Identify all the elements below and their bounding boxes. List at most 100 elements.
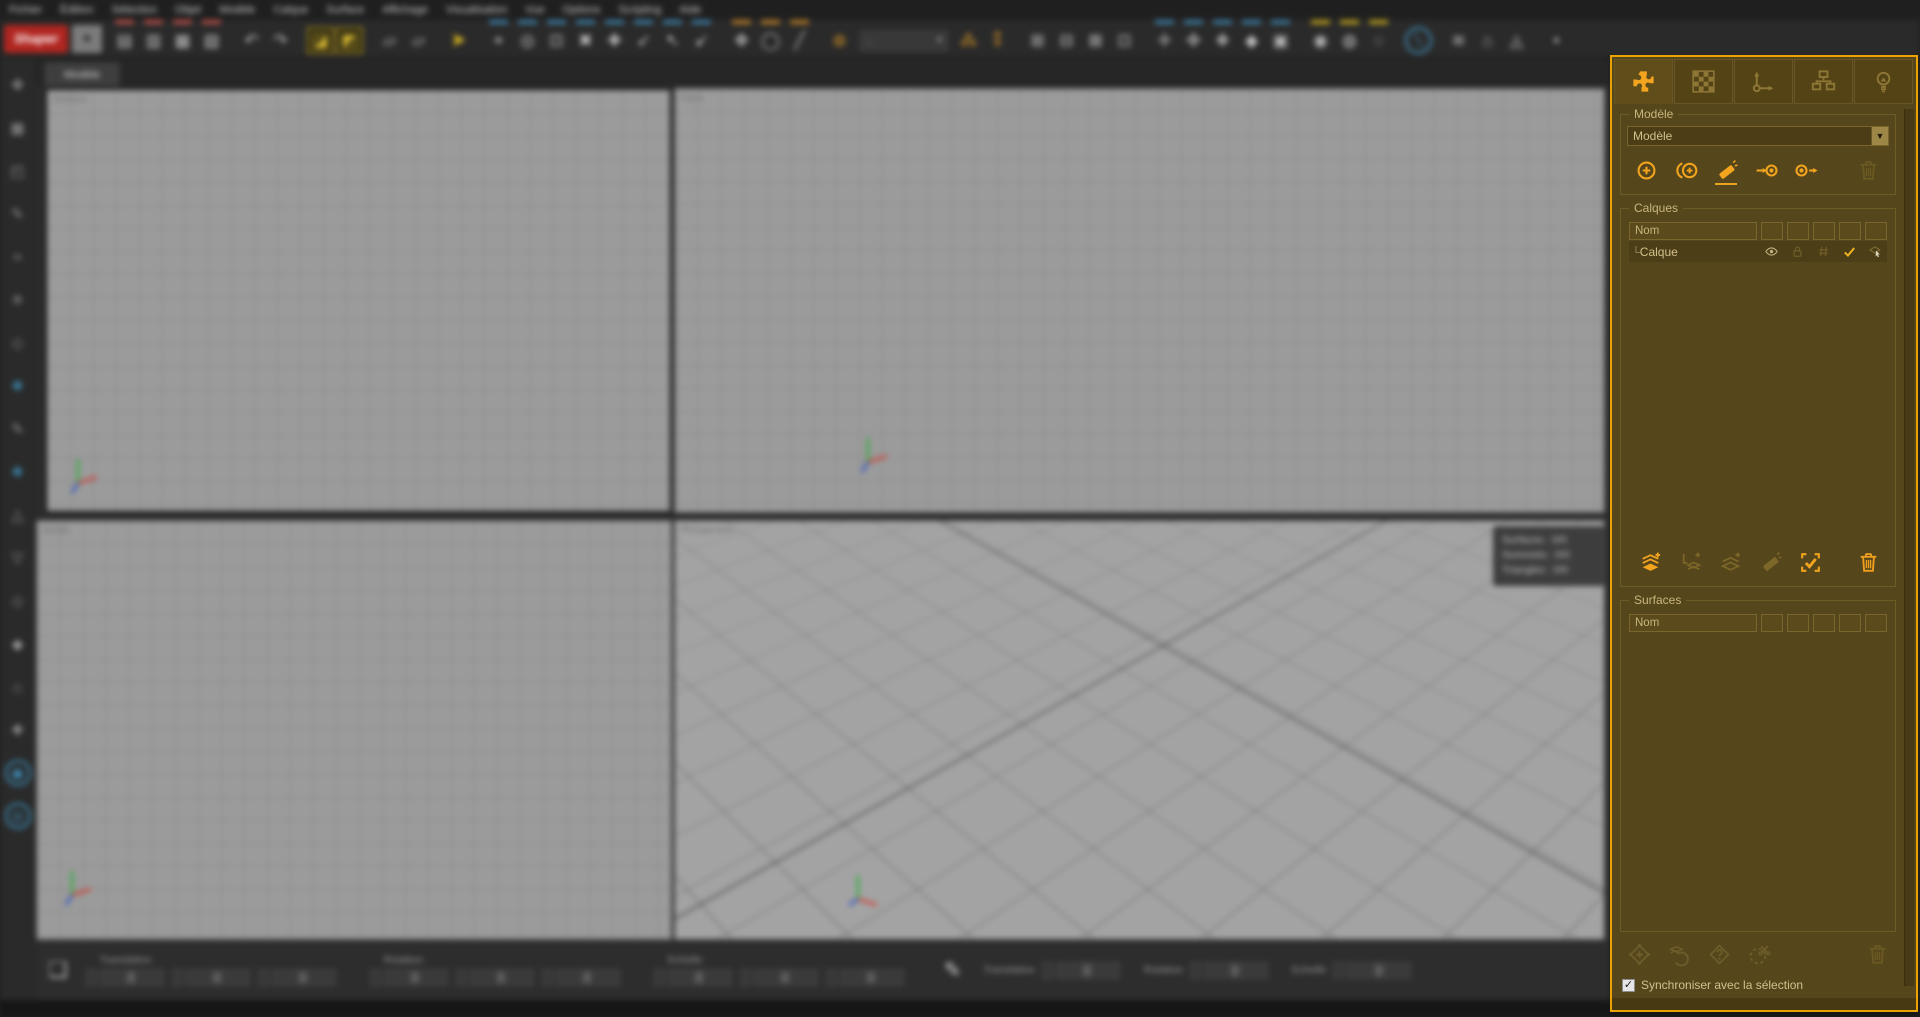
- left-tool-icon[interactable]: ✳: [5, 287, 31, 313]
- left-tool-icon[interactable]: ≈: [5, 244, 31, 270]
- erase-model-button[interactable]: [1711, 156, 1741, 184]
- left-tool-icon[interactable]: ✎: [5, 416, 31, 442]
- toolbar-icon[interactable]: ◬: [1503, 27, 1530, 54]
- column-header[interactable]: [1787, 222, 1809, 240]
- layer-active-toggle[interactable]: [1838, 243, 1860, 261]
- left-tool-icon[interactable]: ✚: [5, 717, 31, 743]
- column-header[interactable]: [1865, 614, 1887, 632]
- column-header[interactable]: [1839, 222, 1861, 240]
- sync-selection-checkbox[interactable]: ✓: [1622, 979, 1635, 992]
- toolbar-icon[interactable]: ◪: [307, 27, 334, 54]
- tab-lighting[interactable]: [1854, 59, 1913, 104]
- viewport-top[interactable]: Dessus: [45, 88, 672, 513]
- add-surface-button[interactable]: [1624, 940, 1654, 968]
- layer-visibility-toggle[interactable]: [1760, 243, 1782, 261]
- toolbar-icon[interactable]: ✚: [601, 27, 628, 54]
- add-layer-copy-button[interactable]: [1715, 548, 1745, 576]
- toolbar-icon[interactable]: ▥: [140, 27, 167, 54]
- column-header[interactable]: [1839, 614, 1861, 632]
- toolbar-icon[interactable]: ✖: [572, 27, 599, 54]
- column-header[interactable]: [1761, 614, 1783, 632]
- transform-field-z[interactable]: [542, 969, 620, 986]
- select-layer-content-button[interactable]: [1795, 548, 1825, 576]
- transform-field-x[interactable]: [86, 969, 164, 986]
- left-tool-icon[interactable]: ✎: [5, 201, 31, 227]
- toolbar-icon[interactable]: ◍: [1336, 27, 1363, 54]
- menu-item[interactable]: Options: [553, 0, 609, 20]
- toolbar-icon[interactable]: ↶: [238, 27, 265, 54]
- add-layer-button[interactable]: [1635, 548, 1665, 576]
- left-tool-icon[interactable]: ❖: [5, 459, 31, 485]
- menu-item[interactable]: Édition: [51, 0, 103, 20]
- left-tool-icon[interactable]: ✥: [5, 72, 31, 98]
- toolbar-icon[interactable]: ▣: [1267, 27, 1294, 54]
- toolbar-icon[interactable]: ⊚: [826, 27, 853, 54]
- toolbar-icon[interactable]: •: [1543, 27, 1570, 54]
- unknown-surface-button[interactable]: [1704, 940, 1734, 968]
- layers-list[interactable]: [1627, 262, 1889, 538]
- left-tool-icon[interactable]: ◉: [5, 760, 31, 786]
- transform-field-y[interactable]: [172, 969, 250, 986]
- menu-item[interactable]: Fichier: [0, 0, 51, 20]
- tab-materials[interactable]: [1674, 59, 1733, 104]
- document-tab[interactable]: Modèle: [45, 63, 119, 86]
- transform-field-y[interactable]: [740, 969, 818, 986]
- column-header[interactable]: [1813, 614, 1835, 632]
- column-header[interactable]: [1813, 222, 1835, 240]
- toolbar-icon[interactable]: ✜: [1180, 27, 1207, 54]
- panel-scrollbar[interactable]: [1904, 109, 1914, 986]
- add-sublayer-button[interactable]: [1675, 548, 1705, 576]
- viewport-front[interactable]: Face: [674, 88, 1605, 513]
- delete-layer-button[interactable]: [1853, 548, 1883, 576]
- erase-layer-button[interactable]: [1755, 548, 1785, 576]
- toolbar-icon[interactable]: ⌂: [1474, 27, 1501, 54]
- toolbar-icon[interactable]: ⊞: [1024, 27, 1051, 54]
- toolbar-combobox[interactable]: ...▾: [860, 31, 948, 51]
- toolbar-icon[interactable]: ◎: [514, 27, 541, 54]
- viewport-side[interactable]: Droite: [36, 520, 672, 940]
- rebuild-surface-button[interactable]: [1664, 940, 1694, 968]
- duplicate-model-button[interactable]: [1671, 156, 1701, 184]
- toolbar-icon[interactable]: ▦: [169, 27, 196, 54]
- cut-surface-button[interactable]: [1744, 940, 1774, 968]
- toolbar-icon[interactable]: ✛: [1151, 27, 1178, 54]
- toolbar-icon[interactable]: ↷: [267, 27, 294, 54]
- transform-field-x[interactable]: [370, 969, 448, 986]
- toolbar-icon[interactable]: ▱: [376, 27, 403, 54]
- toolbar-icon[interactable]: ◌: [1365, 27, 1392, 54]
- tab-hierarchy[interactable]: [1794, 59, 1853, 104]
- toolbar-icon[interactable]: ╱: [786, 27, 813, 54]
- pen-slider[interactable]: [1190, 962, 1268, 979]
- column-header[interactable]: [1761, 222, 1783, 240]
- left-tool-icon[interactable]: △: [5, 502, 31, 528]
- model-select[interactable]: Modèle ▼: [1627, 126, 1889, 146]
- pen-slider[interactable]: [1042, 962, 1120, 979]
- menu-item[interactable]: Vue: [516, 0, 553, 20]
- left-tool-icon[interactable]: ▦: [5, 115, 31, 141]
- toolbar-icon[interactable]: ⊟: [1053, 27, 1080, 54]
- transform-field-y[interactable]: [456, 969, 534, 986]
- delete-model-button[interactable]: [1853, 156, 1883, 184]
- layer-pick-toggle[interactable]: [1864, 243, 1886, 261]
- add-model-button[interactable]: [1631, 156, 1661, 184]
- name-column-header[interactable]: Nom: [1629, 614, 1757, 632]
- tab-transform[interactable]: [1734, 59, 1793, 104]
- viewport-perspective[interactable]: Perspective Surfaces : 0/0 Sommets : 0/0…: [674, 520, 1605, 940]
- menu-item[interactable]: Calque: [264, 0, 317, 20]
- left-tool-icon[interactable]: ❖: [5, 373, 31, 399]
- toolbar-icon[interactable]: ⊡: [1111, 27, 1138, 54]
- toolbar-icon[interactable]: ╲: [1405, 27, 1432, 54]
- tab-model[interactable]: [1614, 59, 1673, 104]
- toolbar-icon[interactable]: ⌖: [485, 27, 512, 54]
- toolbar-icon[interactable]: ◉: [1307, 27, 1334, 54]
- column-header[interactable]: [1787, 614, 1809, 632]
- menu-item[interactable]: Surface: [317, 0, 373, 20]
- toolbar-icon[interactable]: ▤: [111, 27, 138, 54]
- toolbar-icon[interactable]: ⊡: [543, 27, 570, 54]
- toolbar-icon[interactable]: ◆: [1238, 27, 1265, 54]
- toolbar-icon[interactable]: ⁂: [955, 27, 982, 54]
- toolbar-icon[interactable]: ▱: [405, 27, 432, 54]
- column-header[interactable]: [1865, 222, 1887, 240]
- toolbar-icon[interactable]: ❖: [1209, 27, 1236, 54]
- layer-lock-toggle[interactable]: [1786, 243, 1808, 261]
